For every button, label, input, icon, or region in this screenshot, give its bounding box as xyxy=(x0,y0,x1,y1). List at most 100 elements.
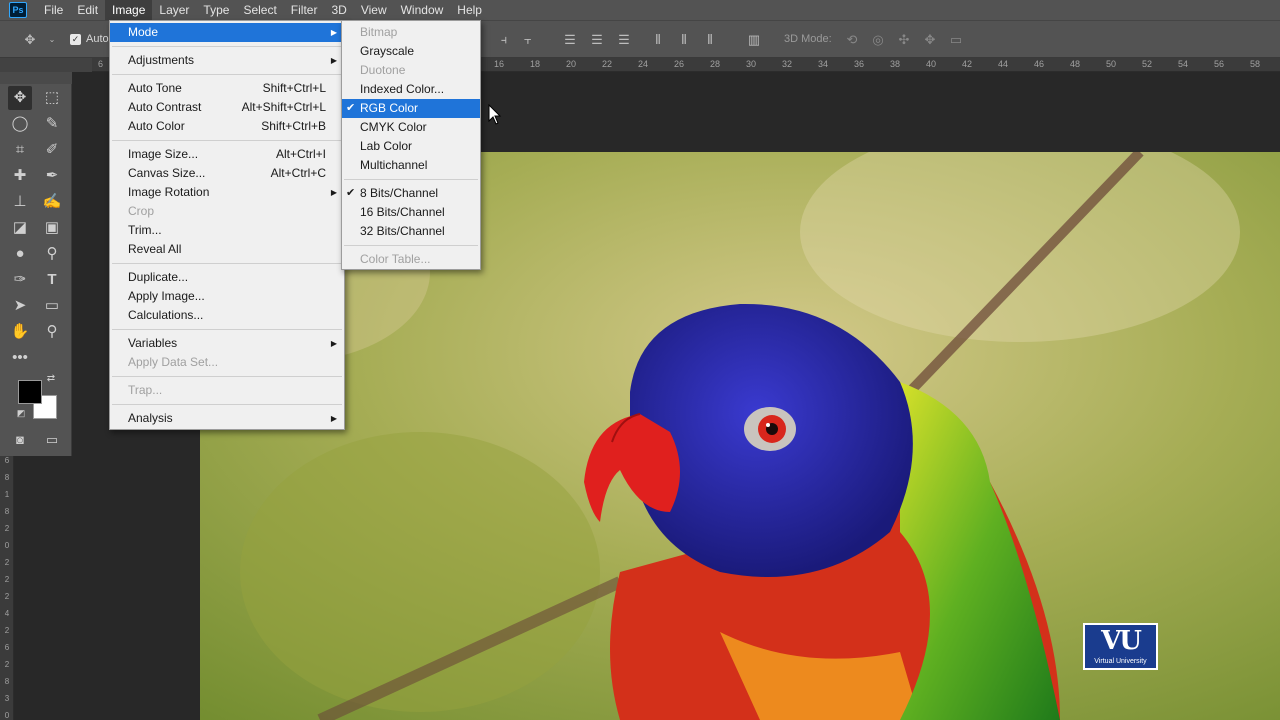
image-menu-item-apply-data-set: Apply Data Set... xyxy=(110,353,344,372)
auto-align-icon[interactable]: ▥ xyxy=(746,32,762,48)
image-menu-item-auto-contrast[interactable]: Auto Contrast Alt+Shift+Ctrl+L xyxy=(110,98,344,117)
quick-mask-icon[interactable]: ◙ xyxy=(8,428,32,452)
image-menu-item-trim[interactable]: Trim... xyxy=(110,221,344,240)
ruler-tick-label: 40 xyxy=(926,59,937,69)
hand-tool-icon[interactable]: ✋ xyxy=(8,320,32,344)
mode-menu-item-indexed-color[interactable]: Indexed Color... xyxy=(342,80,480,99)
more-tools-icon[interactable]: ••• xyxy=(8,346,32,370)
default-colors-icon[interactable]: ◩ xyxy=(14,406,28,420)
mode-menu-item-16-bits-channel[interactable]: 16 Bits/Channel xyxy=(342,203,480,222)
crop-tool-icon[interactable]: ⌗ xyxy=(8,138,32,162)
3d-roll-icon[interactable]: ◎ xyxy=(870,32,886,48)
lasso-tool-icon[interactable]: ◯ xyxy=(8,112,32,136)
foreground-color-swatch[interactable] xyxy=(18,380,42,404)
menu-file[interactable]: File xyxy=(37,0,70,20)
align-center-icon[interactable]: ⫟ xyxy=(520,32,536,48)
clone-stamp-tool-icon[interactable]: ⊥ xyxy=(8,190,32,214)
history-brush-tool-icon[interactable]: ✍ xyxy=(40,190,64,214)
mode-menu-item-duotone: Duotone xyxy=(342,61,480,80)
gradient-tool-icon[interactable]: ▣ xyxy=(40,216,64,240)
healing-brush-tool-icon[interactable]: ✚ xyxy=(8,164,32,188)
image-menu-item-image-rotation[interactable]: Image Rotation ▶ xyxy=(110,183,344,202)
swap-colors-icon[interactable]: ⇄ xyxy=(44,372,58,386)
ruler-tick-label: 26 xyxy=(674,59,685,69)
image-menu-item-mode[interactable]: Mode ▶ xyxy=(110,23,344,42)
distribute-vcenter-icon[interactable]: ☰ xyxy=(589,32,605,48)
submenu-arrow-icon: ▶ xyxy=(330,414,337,423)
dodge-tool-icon[interactable]: ⚲ xyxy=(40,242,64,266)
auto-select-checkbox[interactable]: ✓ xyxy=(70,34,81,45)
path-selection-tool-icon[interactable]: ➤ xyxy=(8,294,32,318)
image-menu-item-variables[interactable]: Variables ▶ xyxy=(110,334,344,353)
menu-filter[interactable]: Filter xyxy=(284,0,325,20)
quick-select-tool-icon[interactable]: ✎ xyxy=(40,112,64,136)
pen-tool-icon[interactable]: ✑ xyxy=(8,268,32,292)
menu-layer[interactable]: Layer xyxy=(152,0,196,20)
menu-item-label: Variables xyxy=(128,336,178,350)
image-menu-item-canvas-size[interactable]: Canvas Size... Alt+Ctrl+C xyxy=(110,164,344,183)
distribute-right-icon[interactable]: ⦀ xyxy=(702,32,718,48)
tools-panel-grip[interactable] xyxy=(0,72,72,84)
mode-menu-item-8-bits-channel[interactable]: ✔ 8 Bits/Channel xyxy=(342,184,480,203)
image-menu-item-adjustments[interactable]: Adjustments ▶ xyxy=(110,51,344,70)
image-menu-item-apply-image[interactable]: Apply Image... xyxy=(110,287,344,306)
mode-menu-item-lab-color[interactable]: Lab Color xyxy=(342,137,480,156)
menu-type[interactable]: Type xyxy=(196,0,236,20)
image-menu-item-duplicate[interactable]: Duplicate... xyxy=(110,268,344,287)
menu-edit[interactable]: Edit xyxy=(70,0,105,20)
image-menu: Mode ▶ Adjustments ▶ Auto Tone Shift+Ctrl+L Au… xyxy=(109,20,345,430)
mode-menu-item-rgb-color[interactable]: ✔ RGB Color xyxy=(342,99,480,118)
ruler-tick-label: 46 xyxy=(1034,59,1045,69)
menu-item-label: Mode xyxy=(128,25,159,39)
screen-mode-icon[interactable]: ▭ xyxy=(40,428,64,452)
ruler-tick-label: 8 xyxy=(4,677,10,686)
ruler-tick-label: 2 xyxy=(4,558,10,567)
blur-tool-icon[interactable]: ● xyxy=(8,242,32,266)
submenu-arrow-icon: ▶ xyxy=(330,28,337,37)
menu-item-label: Auto Color xyxy=(128,119,185,133)
menu-separator xyxy=(112,263,342,264)
align-left-icon[interactable]: ⫞ xyxy=(496,32,512,48)
menu-separator xyxy=(112,74,342,75)
3d-pan-icon[interactable]: ✣ xyxy=(896,32,912,48)
eraser-tool-icon[interactable]: ◪ xyxy=(8,216,32,240)
zoom-tool-icon[interactable]: ⚲ xyxy=(40,320,64,344)
mode-menu-item-cmyk-color[interactable]: CMYK Color xyxy=(342,118,480,137)
image-menu-item-auto-tone[interactable]: Auto Tone Shift+Ctrl+L xyxy=(110,79,344,98)
chevron-down-icon[interactable]: ⌄ xyxy=(44,32,60,48)
eyedropper-tool-icon[interactable]: ✐ xyxy=(40,138,64,162)
menu-3d[interactable]: 3D xyxy=(324,0,353,20)
image-menu-item-auto-color[interactable]: Auto Color Shift+Ctrl+B xyxy=(110,117,344,136)
move-tool-icon[interactable]: ✥ xyxy=(8,86,32,110)
3d-slide-icon[interactable]: ✥ xyxy=(922,32,938,48)
distribute-bottom-icon[interactable]: ☰ xyxy=(616,32,632,48)
move-tool-icon[interactable]: ✥ xyxy=(22,32,38,48)
mode-menu-item-multichannel[interactable]: Multichannel xyxy=(342,156,480,175)
menu-select[interactable]: Select xyxy=(236,0,283,20)
3d-rotate-icon[interactable]: ⟲ xyxy=(844,32,860,48)
mode-menu-item-32-bits-channel[interactable]: 32 Bits/Channel xyxy=(342,222,480,241)
distribute-left-icon[interactable]: ⦀ xyxy=(650,32,666,48)
menu-image[interactable]: Image xyxy=(105,0,153,20)
mode-menu-item-color-table: Color Table... xyxy=(342,250,480,269)
ruler-tick-label: 2 xyxy=(4,524,10,533)
image-menu-item-calculations[interactable]: Calculations... xyxy=(110,306,344,325)
menu-item-label: Trim... xyxy=(128,223,162,237)
marquee-tool-icon[interactable]: ⬚ xyxy=(40,86,64,110)
menu-separator xyxy=(112,376,342,377)
ruler-tick-label: 56 xyxy=(1214,59,1225,69)
menu-view[interactable]: View xyxy=(354,0,394,20)
brush-tool-icon[interactable]: ✒ xyxy=(40,164,64,188)
image-menu-item-analysis[interactable]: Analysis ▶ xyxy=(110,409,344,428)
image-menu-item-image-size[interactable]: Image Size... Alt+Ctrl+I xyxy=(110,145,344,164)
image-menu-item-reveal-all[interactable]: Reveal All xyxy=(110,240,344,259)
mode-menu-item-grayscale[interactable]: Grayscale xyxy=(342,42,480,61)
distribute-top-icon[interactable]: ☰ xyxy=(562,32,578,48)
type-tool-icon[interactable]: T xyxy=(40,268,64,292)
distribute-hcenter-icon[interactable]: ⦀ xyxy=(676,32,692,48)
rectangle-tool-icon[interactable]: ▭ xyxy=(40,294,64,318)
photoshop-app-icon[interactable]: Ps xyxy=(9,2,27,18)
menu-window[interactable]: Window xyxy=(394,0,451,20)
3d-scale-icon[interactable]: ▭ xyxy=(948,32,964,48)
menu-help[interactable]: Help xyxy=(450,0,489,20)
